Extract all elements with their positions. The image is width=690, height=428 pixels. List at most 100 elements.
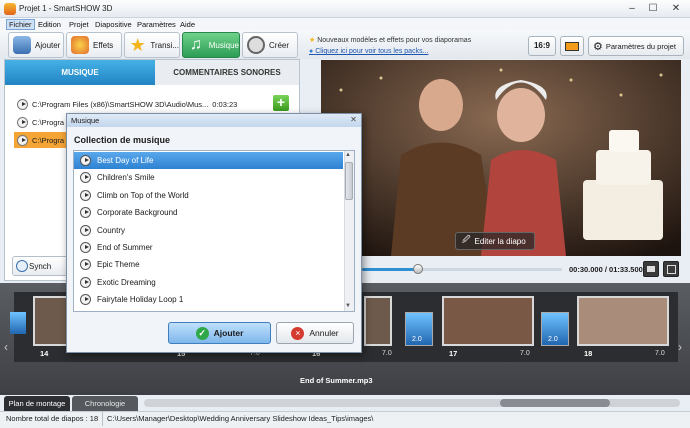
play-icon[interactable] [80,242,91,253]
transition-thumb[interactable] [10,312,26,334]
tab-storyboard[interactable]: Plan de montage [4,396,70,411]
minimize-button[interactable]: – [624,2,640,15]
slide-number: 14 [40,349,49,358]
edit-slide-button[interactable]: 🖉 Editer la diapo [455,232,535,250]
tab-transitions[interactable]: ★ Transi... [124,32,180,58]
star-icon: ★ [309,37,316,44]
add-button[interactable]: ✓ Ajouter [168,322,271,344]
tab-musique[interactable]: ♫ Musique [182,32,240,58]
snapshot-button[interactable] [643,261,659,277]
tab-effets[interactable]: Effets [66,32,122,58]
song-item[interactable]: Epic Theme [74,256,343,273]
transition-duration: 2.0 [412,336,422,343]
scroll-right-icon[interactable]: › [678,340,682,354]
song-item[interactable]: Exotic Dreaming [74,274,343,291]
slide-duration: 7.0 [655,350,665,357]
film-button[interactable] [560,36,584,56]
star-icon: ★ [129,35,146,55]
play-icon[interactable] [80,189,91,201]
play-icon[interactable] [17,116,28,128]
song-item[interactable]: Best Day of Life [74,152,343,169]
slide-thumb[interactable] [577,296,669,346]
slide-duration: 7.0 [382,350,392,357]
sync-button[interactable]: Synch [12,256,72,276]
song-title: Children's Smile [97,173,155,183]
maximize-button[interactable]: ☐ [645,2,661,15]
cancel-label: Annuler [309,328,339,338]
slide-number: 17 [449,349,458,358]
tab-music-list[interactable]: MUSIQUE [5,60,155,85]
menu-projet[interactable]: Projet [69,20,89,29]
tab-voice-comments[interactable]: COMMENTAIRES SONORES [155,60,299,85]
song-item[interactable]: Climb on Top of the World [74,187,343,204]
song-item[interactable]: Fairytale Holiday Loop 1 [74,291,343,308]
close-button[interactable]: ✕ [668,2,684,15]
tab-creer[interactable]: Créer [242,32,298,58]
tab-label: Effets [93,40,114,50]
track-path: C:\Progra [32,135,65,145]
song-item[interactable]: Country [74,222,343,239]
news-link[interactable]: ● Cliquez ici pour voir tous les packs..… [309,48,428,55]
palette-icon [71,36,89,54]
slide-thumb[interactable] [364,296,392,346]
play-icon[interactable] [80,155,91,166]
scroll-up-icon[interactable]: ▲ [345,152,351,158]
slide-preview[interactable] [321,60,681,256]
gear-icon: ⚙ [593,40,603,53]
play-icon[interactable] [80,172,91,184]
song-title: Exotic Dreaming [97,277,156,287]
tab-label: Musique [208,40,239,50]
play-icon[interactable] [80,276,91,288]
tab-ajouter[interactable]: Ajouter [8,32,64,58]
menu-diapositive[interactable]: Diapositive [95,20,132,29]
news-line: Nouveaux modèles et effets pour vos diap… [317,37,472,44]
status-divider [102,412,103,426]
cancel-button[interactable]: × Annuler [276,322,354,344]
play-icon[interactable] [80,259,91,271]
scroll-down-icon[interactable]: ▼ [345,303,351,309]
seek-progress [362,268,418,271]
camera-icon [13,36,31,54]
track-row[interactable]: C:\Program Files (x86)\SmartSHOW 3D\Audi… [14,96,268,112]
track-path: C:\Progra [32,117,65,127]
play-icon[interactable] [80,224,91,236]
track-path: C:\Program Files (x86)\SmartSHOW 3D\Audi… [32,99,209,109]
song-item[interactable]: Children's Smile [74,169,343,186]
clock-icon [16,260,28,272]
scrollbar-thumb[interactable] [345,162,353,200]
news-link-label: Cliquez ici pour voir tous les packs... [315,48,429,55]
menu-edition[interactable]: Edition [38,20,61,29]
aspect-ratio-button[interactable]: 16:9 [528,36,556,56]
song-item[interactable]: End of Summer [74,239,343,256]
play-icon[interactable] [80,207,91,219]
slide-thumb[interactable] [442,296,534,346]
tab-timeline[interactable]: Chronologie [72,396,138,411]
film-strip-icon [565,42,579,51]
song-title: Fairytale Holiday Loop 1 [97,295,184,305]
scroll-left-icon[interactable]: ‹ [4,340,8,354]
sync-label: Synch [29,261,52,271]
song-title: Epic Theme [97,260,140,270]
time-readout: 00:30.000 / 01:33.500 [569,265,643,274]
add-label: Ajouter [213,328,244,338]
fullscreen-button[interactable] [663,261,679,277]
menu-parametres[interactable]: Paramètres [137,20,176,29]
menu-fichier[interactable]: Fichier [6,19,35,30]
dialog-heading: Collection de musique [74,135,171,145]
play-icon[interactable] [17,98,28,110]
dialog-close-button[interactable]: ✕ [348,115,359,125]
tab-label: Créer [269,40,290,50]
add-music-button[interactable]: + [273,95,289,111]
project-path: C:\Users\Manager\Desktop\Wedding Anniver… [107,414,374,423]
song-title: Country [97,225,126,235]
project-settings-button[interactable]: ⚙ Paramètres du projet [588,36,684,56]
play-icon[interactable] [80,294,91,306]
scrollbar-thumb[interactable] [500,399,610,407]
fullscreen-icon [666,265,676,274]
audio-track-label[interactable]: End of Summer.mp3 [300,376,373,385]
seek-handle[interactable] [413,264,423,274]
play-icon[interactable] [17,134,28,146]
menu-aide[interactable]: Aide [180,20,195,29]
wedding-photo [321,60,681,256]
song-item[interactable]: Corporate Background [74,204,343,221]
